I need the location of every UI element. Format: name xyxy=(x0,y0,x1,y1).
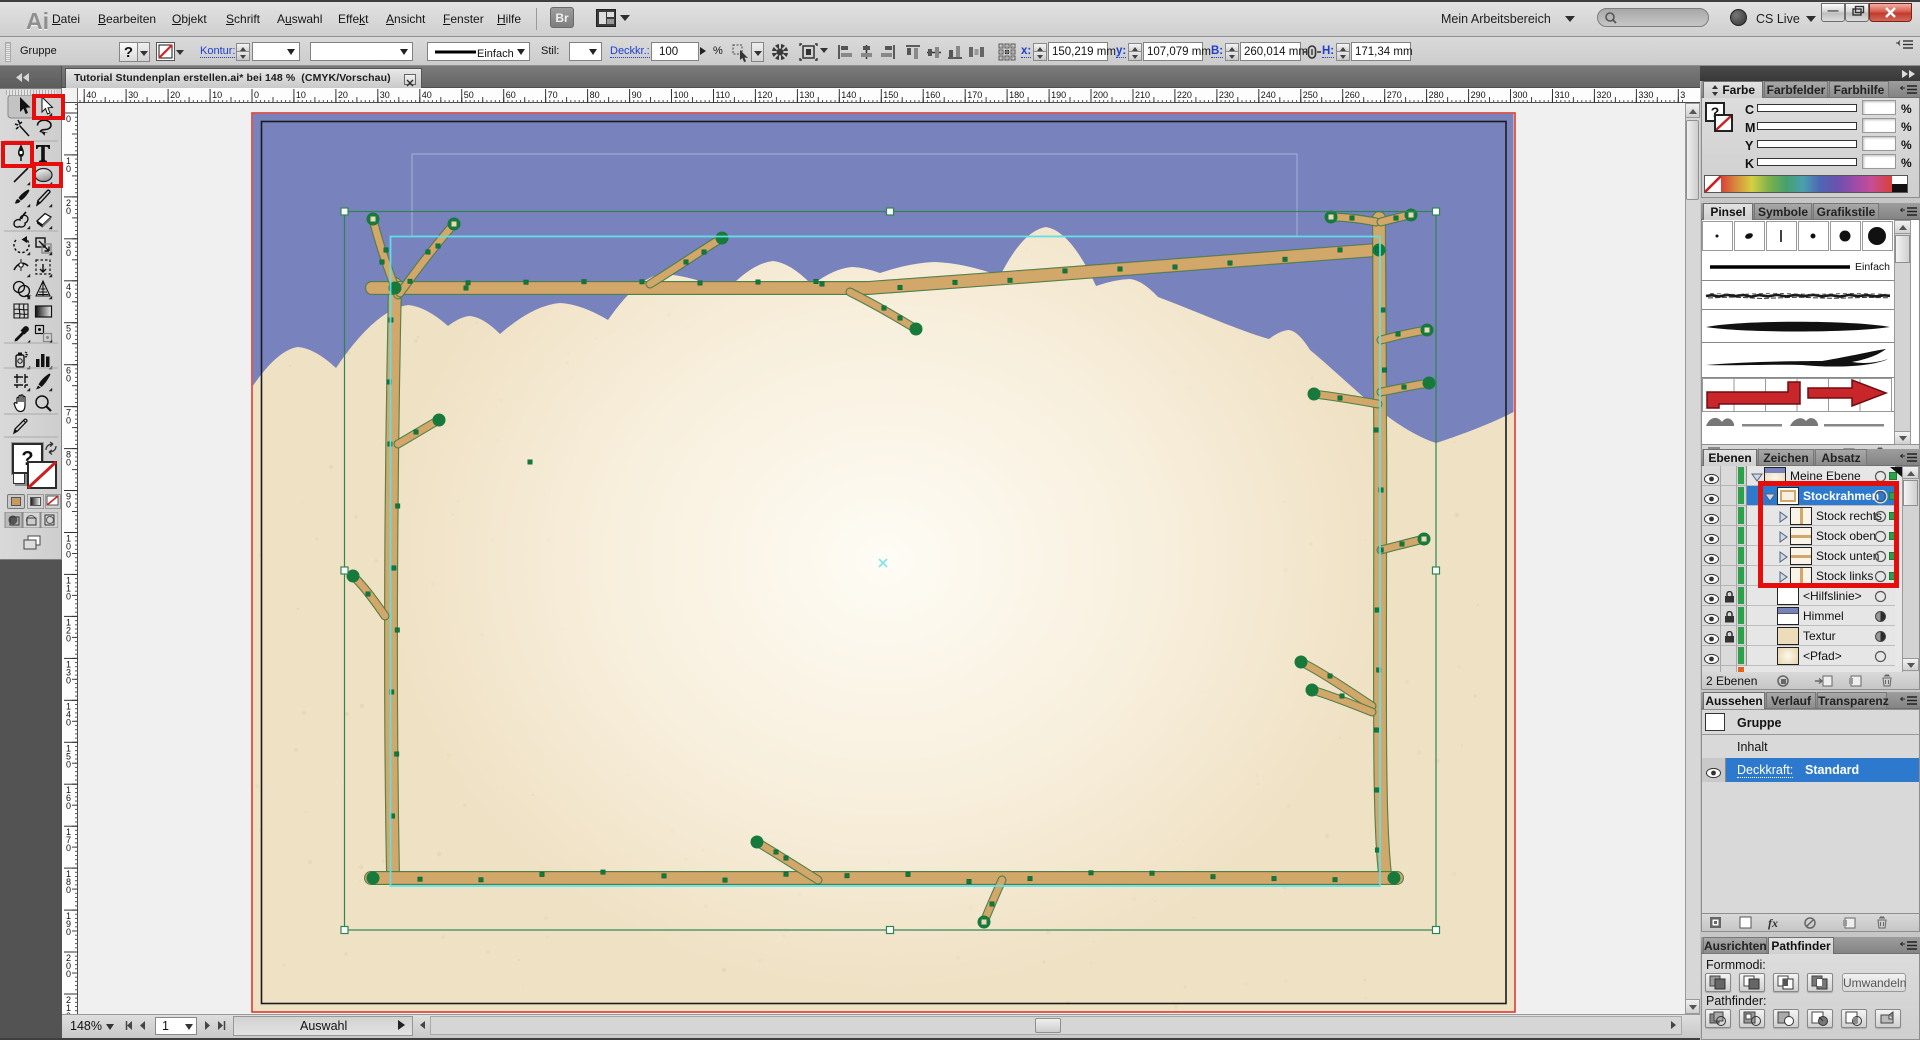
svg-text:0: 0 xyxy=(66,675,71,685)
svg-text:70: 70 xyxy=(548,90,558,100)
svg-text:180: 180 xyxy=(1009,90,1024,100)
svg-text:0: 0 xyxy=(66,927,71,937)
svg-text:0: 0 xyxy=(66,290,71,300)
svg-text:110: 110 xyxy=(716,90,730,100)
svg-text:30: 30 xyxy=(128,90,138,100)
svg-text:0: 0 xyxy=(66,374,71,384)
svg-text:0: 0 xyxy=(66,759,71,769)
svg-text:0: 0 xyxy=(66,885,71,895)
svg-text:0: 0 xyxy=(66,843,71,853)
svg-text:170: 170 xyxy=(967,90,982,100)
svg-text:10: 10 xyxy=(212,90,222,100)
svg-text:0: 0 xyxy=(66,801,71,811)
svg-text:20: 20 xyxy=(170,90,180,100)
svg-text:270: 270 xyxy=(1387,90,1402,100)
svg-text:40: 40 xyxy=(86,90,96,100)
svg-text:fx: fx xyxy=(1768,916,1778,930)
svg-text:0: 0 xyxy=(66,416,71,426)
svg-text:300: 300 xyxy=(1513,90,1528,100)
svg-text:0: 0 xyxy=(66,550,71,560)
svg-text:0: 0 xyxy=(66,969,71,979)
svg-text:0: 0 xyxy=(66,458,71,468)
svg-text:10: 10 xyxy=(296,90,306,100)
svg-text:130: 130 xyxy=(799,90,814,100)
svg-text:0: 0 xyxy=(66,248,71,258)
svg-text:50: 50 xyxy=(464,90,474,100)
svg-text:210: 210 xyxy=(1135,90,1150,100)
svg-text:0: 0 xyxy=(66,500,71,510)
svg-text:0: 0 xyxy=(66,591,71,601)
svg-text:260: 260 xyxy=(1345,90,1360,100)
svg-text:310: 310 xyxy=(1555,90,1570,100)
svg-text:200: 200 xyxy=(1093,90,1108,100)
svg-text:320: 320 xyxy=(1596,90,1611,100)
svg-text:0: 0 xyxy=(66,206,71,216)
svg-text:280: 280 xyxy=(1429,90,1444,100)
svg-text:0: 0 xyxy=(66,633,71,643)
svg-text:40: 40 xyxy=(422,90,432,100)
svg-text:330: 330 xyxy=(1638,90,1653,100)
svg-text:60: 60 xyxy=(506,90,516,100)
svg-text:0: 0 xyxy=(66,114,71,124)
svg-text:0: 0 xyxy=(66,717,71,727)
svg-text:250: 250 xyxy=(1303,90,1318,100)
svg-text:20: 20 xyxy=(338,90,348,100)
svg-text:290: 290 xyxy=(1471,90,1486,100)
svg-text:190: 190 xyxy=(1051,90,1066,100)
svg-text:0: 0 xyxy=(66,332,71,342)
svg-text:230: 230 xyxy=(1219,90,1234,100)
svg-text:100: 100 xyxy=(674,90,689,100)
svg-text:80: 80 xyxy=(590,90,600,100)
svg-text:120: 120 xyxy=(757,90,772,100)
svg-text:340: 340 xyxy=(1680,90,1685,100)
svg-text:0: 0 xyxy=(254,90,259,100)
svg-text:150: 150 xyxy=(883,90,898,100)
svg-text:30: 30 xyxy=(380,90,390,100)
svg-text:140: 140 xyxy=(841,90,856,100)
svg-text:0: 0 xyxy=(66,164,71,174)
svg-text:160: 160 xyxy=(925,90,940,100)
svg-text:220: 220 xyxy=(1177,90,1192,100)
svg-text:90: 90 xyxy=(632,90,642,100)
svg-text:240: 240 xyxy=(1261,90,1276,100)
